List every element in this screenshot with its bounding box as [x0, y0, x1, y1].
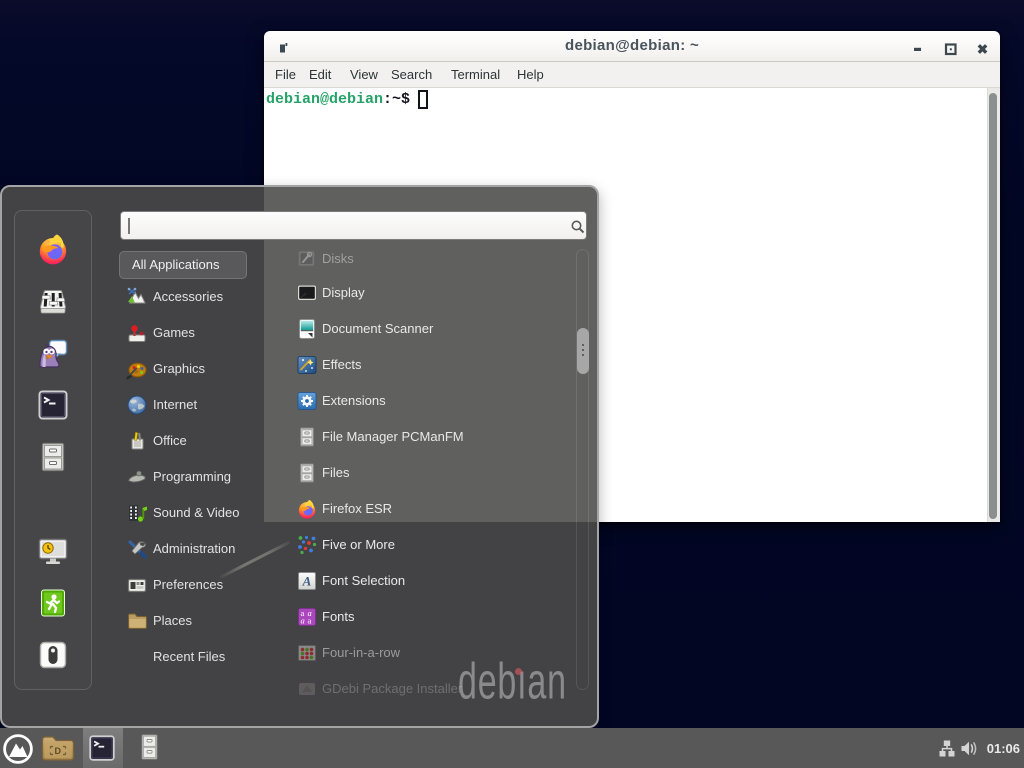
- svg-text:a: a: [308, 616, 312, 626]
- svg-text:a: a: [301, 616, 305, 626]
- svg-text:A: A: [302, 574, 312, 589]
- svg-text:D: D: [55, 746, 62, 756]
